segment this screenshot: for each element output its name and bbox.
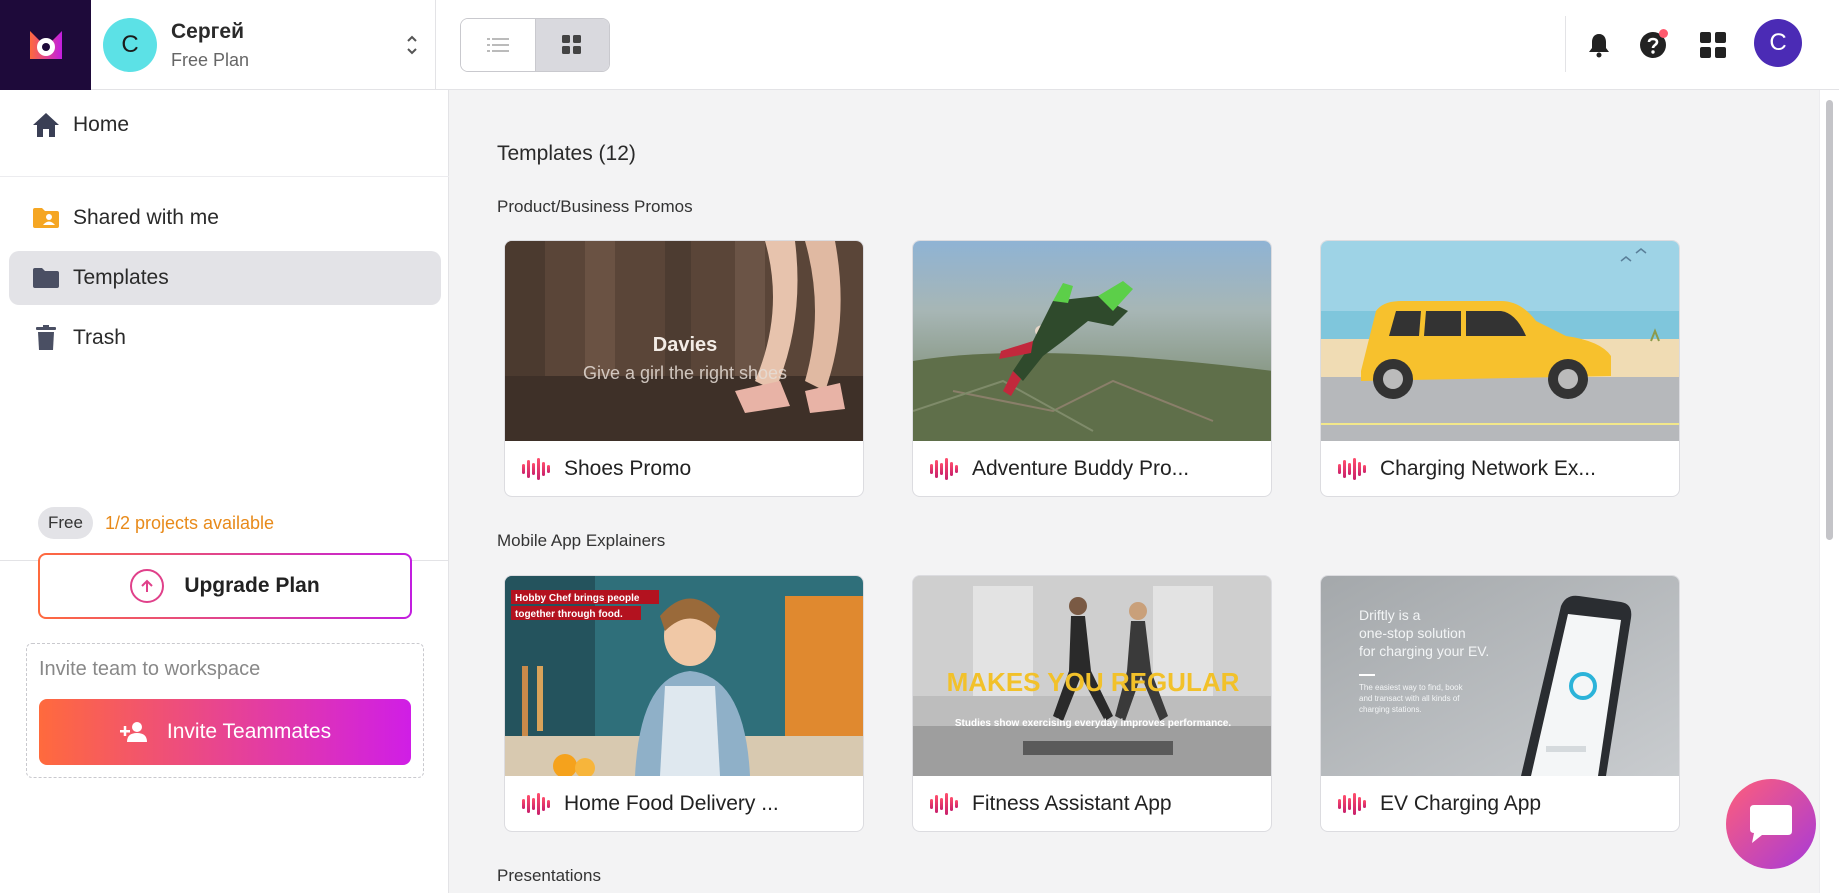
template-card-label: Home Food Delivery ...	[522, 776, 779, 831]
chat-bubble-icon	[1750, 805, 1792, 843]
audio-wave-icon	[930, 793, 958, 815]
thumb-line: one-stop solution	[1359, 625, 1466, 641]
thumb-line: for charging your EV.	[1359, 643, 1489, 659]
thumb-small: charging stations.	[1359, 705, 1422, 714]
trash-icon	[31, 323, 61, 353]
thumb-title: MAKES YOU REGULAR	[947, 667, 1240, 697]
scrollbar-thumb[interactable]	[1826, 100, 1833, 540]
section-title: Product/Business Promos	[497, 197, 693, 216]
main-scrollbar[interactable]	[1819, 90, 1839, 893]
sidebar-divider	[0, 176, 449, 177]
template-card-charging-network[interactable]: Charging Network Ex...	[1320, 240, 1680, 497]
logo-icon	[29, 31, 62, 59]
workspace-name: Сергей	[171, 19, 245, 43]
sidebar-item-label: Trash	[73, 326, 126, 349]
sidebar-item-shared[interactable]: Shared with me	[9, 191, 441, 245]
add-user-icon	[119, 721, 149, 743]
notifications-button[interactable]	[1582, 28, 1616, 62]
workspace-switcher[interactable]: С Сергей Free Plan	[91, 0, 436, 90]
template-card-ev-charging-app[interactable]: Driftly is a one-stop solution for charg…	[1320, 575, 1680, 832]
sidebar-item-templates[interactable]: Templates	[9, 251, 441, 305]
template-thumbnail	[913, 241, 1271, 441]
template-card-title: Charging Network Ex...	[1380, 457, 1596, 480]
sidebar-item-label: Templates	[73, 266, 169, 289]
template-card-label: EV Charging App	[1338, 776, 1542, 831]
thumb-subtitle: Studies show exercising everyday improve…	[955, 718, 1231, 729]
thumb-subtitle: Give a girl the right shoes	[583, 363, 787, 383]
invite-teammates-button[interactable]: Invite Teammates	[39, 699, 411, 765]
thumb-line: Driftly is a	[1359, 607, 1421, 623]
apps-button[interactable]	[1696, 28, 1730, 62]
template-thumbnail: MAKES YOU REGULAR Studies show exercisin…	[913, 576, 1271, 776]
header-divider	[1565, 16, 1566, 72]
help-button[interactable]	[1636, 28, 1670, 62]
template-card-title: EV Charging App	[1380, 792, 1542, 815]
workspace-plan: Free Plan	[171, 49, 250, 70]
thumb-caption: Hobby Chef brings people	[515, 593, 640, 604]
main-content: Templates (12) Product/Business Promos D…	[449, 90, 1819, 893]
sidebar-item-home[interactable]: Home	[9, 98, 441, 152]
list-view-icon	[486, 38, 509, 52]
template-card-adventure-buddy[interactable]: Adventure Buddy Pro...	[912, 240, 1272, 497]
template-card-label: Charging Network Ex...	[1338, 441, 1596, 496]
template-card-shoes-promo[interactable]: Davies Give a girl the right shoes Shoes…	[504, 240, 864, 497]
invite-teammates-label: Invite Teammates	[166, 720, 332, 743]
audio-wave-icon	[930, 458, 958, 480]
thumb-small: The easiest way to find, book	[1359, 683, 1464, 692]
shared-folder-icon	[31, 203, 61, 233]
template-card-fitness-assistant[interactable]: MAKES YOU REGULAR Studies show exercisin…	[912, 575, 1272, 832]
thumb-title: Davies	[653, 334, 718, 356]
plan-status: Free 1/2 projects available	[38, 507, 274, 539]
template-thumbnail	[1321, 241, 1679, 441]
help-notification-dot	[1659, 29, 1668, 38]
apps-grid-icon	[1700, 32, 1726, 58]
audio-wave-icon	[522, 793, 550, 815]
audio-wave-icon	[1338, 793, 1366, 815]
user-avatar[interactable]: C	[1754, 19, 1802, 67]
thumb-small: and transact with all kinds of	[1359, 694, 1460, 703]
invite-text: Invite team to workspace	[39, 658, 261, 680]
template-card-title: Adventure Buddy Pro...	[972, 457, 1190, 480]
page-title: Templates (12)	[497, 142, 636, 165]
grid-view-icon	[562, 35, 582, 54]
audio-wave-icon	[522, 458, 550, 480]
folder-icon	[31, 263, 61, 293]
app-logo[interactable]	[0, 0, 91, 90]
section-title: Presentations	[497, 866, 601, 885]
invite-box: Invite team to workspace Invite Teammate…	[26, 643, 424, 778]
template-thumbnail: Hobby Chef brings people together throug…	[505, 576, 863, 776]
sidebar-item-label: Shared with me	[73, 206, 219, 229]
workspace-avatar: С	[103, 18, 157, 72]
section-title: Mobile App Explainers	[497, 531, 666, 550]
template-card-label: Fitness Assistant App	[930, 776, 1172, 831]
home-icon	[31, 110, 61, 140]
chat-support-button[interactable]	[1726, 779, 1816, 869]
free-badge: Free	[38, 507, 93, 539]
template-thumbnail: Driftly is a one-stop solution for charg…	[1321, 576, 1679, 776]
template-card-home-food-delivery[interactable]: Hobby Chef brings people together throug…	[504, 575, 864, 832]
projects-available: 1/2 projects available	[104, 512, 275, 533]
sidebar-item-label: Home	[73, 113, 130, 136]
chevron-up-down-icon	[407, 35, 417, 55]
template-card-title: Fitness Assistant App	[972, 792, 1172, 815]
sidebar: Home Shared with me Templates Trash Free…	[0, 90, 449, 893]
sidebar-item-trash[interactable]: Trash	[9, 311, 441, 365]
template-card-title: Shoes Promo	[564, 457, 692, 480]
template-card-label: Shoes Promo	[522, 441, 692, 496]
top-bar: С Сергей Free Plan C	[0, 0, 1839, 90]
template-card-label: Adventure Buddy Pro...	[930, 441, 1190, 496]
upgrade-plan-button[interactable]: Upgrade Plan	[38, 553, 412, 619]
upgrade-plan-label: Upgrade Plan	[184, 574, 320, 597]
template-card-title: Home Food Delivery ...	[564, 792, 779, 815]
template-thumbnail: Davies Give a girl the right shoes	[505, 241, 863, 441]
thumb-caption: together through food.	[515, 609, 623, 620]
bell-icon	[1589, 34, 1609, 58]
list-view-button[interactable]	[461, 19, 535, 71]
audio-wave-icon	[1338, 458, 1366, 480]
grid-view-button[interactable]	[534, 19, 609, 71]
view-toggle	[460, 18, 610, 72]
arrow-up-circle-icon	[130, 569, 165, 603]
